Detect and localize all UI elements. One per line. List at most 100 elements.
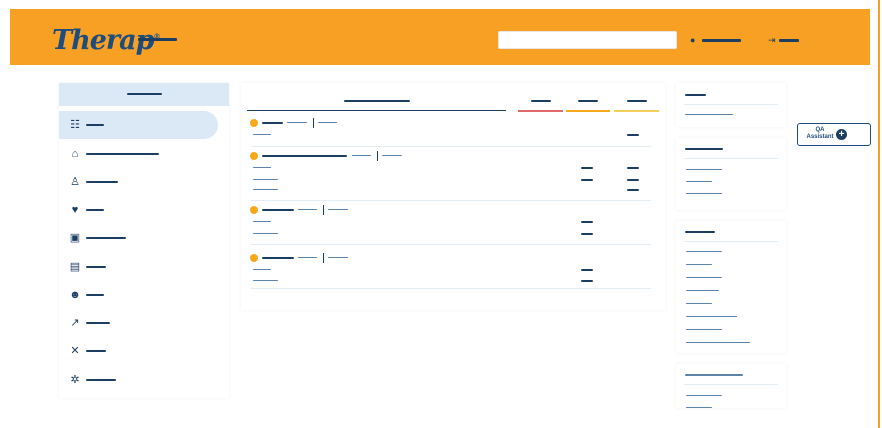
section-subtitle [318, 122, 337, 123]
task-row-label[interactable] [253, 167, 271, 168]
id-card-icon: ▣ [69, 232, 81, 244]
column-underline-2 [566, 110, 610, 112]
right-panel-link[interactable] [686, 316, 737, 317]
tools-icon: ✕ [70, 345, 80, 357]
logout-icon[interactable]: ⇥ [768, 35, 776, 45]
section-separator [323, 253, 324, 263]
right-panel-title [685, 94, 706, 96]
section-subtitle [298, 209, 317, 210]
section-title[interactable] [262, 257, 294, 259]
section-subtitle [298, 257, 317, 258]
header-module-title [138, 38, 177, 41]
task-count[interactable] [627, 134, 639, 136]
sidebar: ☷ ⌂ ♙ ♥ ▣ ▤ ☻ ↗ ✕ ✲ [59, 83, 229, 398]
sidebar-item-label [86, 350, 106, 352]
sidebar-item-label [86, 322, 110, 324]
right-panel-link[interactable] [686, 329, 722, 330]
page-frame-edge [878, 0, 880, 428]
row-divider [251, 244, 651, 245]
section-title[interactable] [262, 209, 294, 211]
section-title[interactable] [262, 155, 347, 157]
right-panel-3 [676, 221, 786, 353]
right-panel-link[interactable] [686, 290, 719, 291]
task-count[interactable] [627, 189, 639, 191]
right-panel-link[interactable] [686, 407, 712, 408]
sidebar-item-health[interactable]: ♥ [59, 196, 229, 224]
sidebar-header [59, 83, 229, 106]
right-panel-link[interactable] [686, 181, 712, 182]
qa-assistant-button[interactable]: QA Assistant + [797, 123, 871, 146]
task-row-label[interactable] [253, 269, 271, 270]
section-separator [323, 205, 324, 215]
task-count[interactable] [581, 167, 593, 169]
right-panel-link[interactable] [686, 264, 712, 265]
task-count[interactable] [581, 269, 593, 271]
task-count[interactable] [581, 179, 593, 181]
section-title[interactable] [262, 122, 283, 124]
sidebar-item-tools[interactable]: ✕ [59, 337, 229, 365]
panel-divider [684, 241, 778, 242]
settings-icon: ✲ [70, 374, 80, 386]
column-header-2[interactable] [578, 100, 598, 102]
column-header-1[interactable] [531, 100, 551, 102]
task-panel [241, 83, 665, 310]
sidebar-item-staff[interactable]: ▣ [59, 224, 229, 252]
sidebar-item-reports[interactable]: ↗ [59, 309, 229, 337]
sidebar-item-agency[interactable]: ⌂ [59, 140, 229, 168]
logout-link[interactable] [779, 39, 799, 42]
task-row-label[interactable] [253, 221, 271, 222]
right-panel-link[interactable] [685, 114, 733, 115]
sidebar-item-billing[interactable]: ▤ [59, 253, 229, 281]
right-panel-link[interactable] [686, 342, 750, 343]
task-row-label[interactable] [253, 189, 278, 190]
task-count[interactable] [581, 233, 593, 235]
task-list-icon: ☷ [70, 119, 80, 131]
status-dot [250, 119, 258, 127]
sidebar-item-label [86, 181, 118, 183]
sidebar-item-label [86, 153, 159, 155]
users-icon: ☻ [69, 289, 81, 301]
sidebar-item-settings[interactable]: ✲ [59, 366, 229, 394]
task-row-label[interactable] [253, 233, 278, 234]
task-count[interactable] [627, 179, 639, 181]
row-divider [251, 288, 651, 289]
sidebar-item-label [86, 124, 104, 126]
sidebar-item-label [86, 209, 104, 211]
right-panel-link[interactable] [686, 303, 712, 304]
right-panel-1 [676, 83, 786, 127]
section-subtitle [328, 257, 348, 258]
task-panel-title [344, 100, 410, 102]
right-panel-link[interactable] [686, 251, 722, 252]
panel-divider [684, 158, 778, 159]
right-panel-link[interactable] [686, 169, 722, 170]
status-dot [250, 152, 258, 160]
status-dot [250, 206, 258, 214]
task-count[interactable] [581, 221, 593, 223]
column-header-3[interactable] [627, 100, 647, 102]
task-panel-title-underline [247, 110, 506, 111]
sidebar-item-label [86, 379, 116, 381]
sidebar-item-tasks[interactable]: ☷ [59, 111, 218, 139]
user-name[interactable] [702, 39, 741, 42]
section-separator [313, 118, 314, 128]
sidebar-item-label [86, 294, 104, 296]
chart-icon: ↗ [70, 317, 80, 329]
task-count[interactable] [581, 280, 593, 282]
sidebar-item-individual[interactable]: ♙ [59, 168, 229, 196]
right-panel-link[interactable] [686, 193, 722, 194]
right-panel-title [685, 148, 723, 150]
sidebar-item-users[interactable]: ☻ [59, 281, 229, 309]
task-row-label[interactable] [253, 179, 278, 180]
right-panel-title [685, 374, 743, 376]
task-row-label[interactable] [253, 280, 278, 281]
status-dot [250, 254, 258, 262]
right-panel-link[interactable] [686, 277, 722, 278]
search-input[interactable] [498, 31, 677, 49]
row-divider [251, 146, 651, 147]
right-panel-link[interactable] [686, 395, 722, 396]
task-count[interactable] [627, 167, 639, 169]
task-row-label[interactable] [253, 134, 271, 135]
right-panel-2 [676, 138, 786, 210]
user-icon[interactable]: ● [690, 35, 695, 45]
column-underline-1 [518, 110, 563, 112]
